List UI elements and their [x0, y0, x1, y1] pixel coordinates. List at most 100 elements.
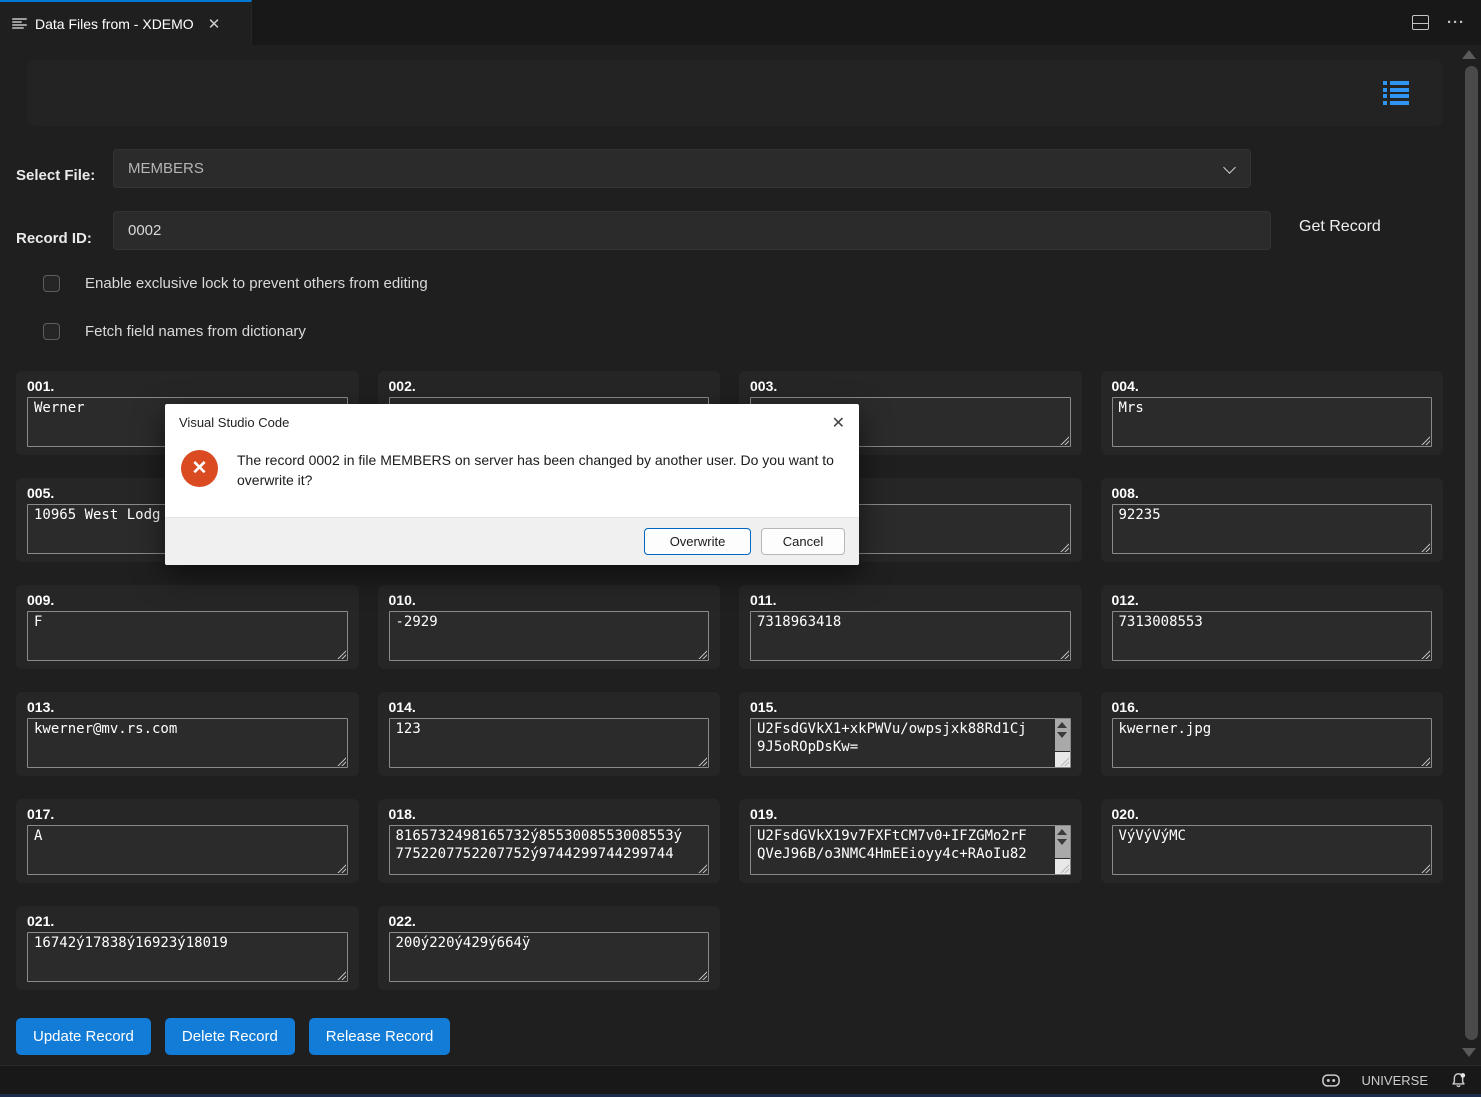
field-label: 008. [1111, 485, 1139, 501]
copilot-icon [1321, 1073, 1340, 1087]
field-card-020: 020. VýVýVýMC [1100, 799, 1443, 883]
scroll-up-icon[interactable] [1057, 722, 1067, 728]
field-label: 002. [388, 378, 416, 394]
field-022-textarea[interactable]: 200ý220ý429ý664ÿ [388, 932, 709, 982]
field-card-012: 012. 7313008553 [1100, 585, 1443, 669]
field-card-022: 022. 200ý220ý429ý664ÿ [377, 906, 720, 990]
server-name: UNIVERSE [1361, 1072, 1428, 1088]
field-label: 020. [1111, 806, 1139, 822]
bell-icon [1452, 1072, 1466, 1087]
textarea-scrollbar[interactable] [1054, 719, 1070, 751]
field-label: 017. [27, 806, 55, 822]
field-card-016: 016. kwerner.jpg [1100, 692, 1443, 776]
fetch-dictionary-option[interactable]: Fetch field names from dictionary [43, 323, 306, 340]
field-010-textarea[interactable]: -2929 [388, 611, 709, 661]
field-016-textarea[interactable]: kwerner.jpg [1111, 718, 1432, 768]
file-select-value: MEMBERS [128, 160, 204, 177]
vscode-modal-dialog: Visual Studio Code ✕ ✕ The record 0002 i… [165, 404, 859, 565]
field-011-textarea[interactable]: 7318963418 [750, 611, 1071, 661]
field-009-textarea[interactable]: F [27, 611, 348, 661]
field-label: 010. [388, 592, 416, 608]
status-bar: UNIVERSE [0, 1065, 1481, 1094]
field-card-010: 010. -2929 [377, 585, 720, 669]
dialog-close-icon[interactable]: ✕ [832, 413, 845, 433]
scroll-up-arrow[interactable] [1462, 50, 1476, 59]
file-select-dropdown[interactable]: MEMBERS [113, 149, 1251, 188]
scroll-down-arrow[interactable] [1462, 1048, 1476, 1057]
field-card-013: 013. kwerner@mv.rs.com [16, 692, 359, 776]
field-014-textarea[interactable]: 123 [388, 718, 709, 768]
fetch-dictionary-checkbox[interactable] [43, 323, 60, 340]
delete-record-button[interactable]: Delete Record [164, 1018, 295, 1055]
field-label: 014. [388, 699, 416, 715]
field-013-textarea[interactable]: kwerner@mv.rs.com [27, 718, 348, 768]
textarea-scrollbar[interactable] [1054, 826, 1070, 858]
field-020-textarea[interactable]: VýVýVýMC [1111, 825, 1432, 875]
field-card-018: 018. 8165732498165732ý8553008553008553ý 7… [377, 799, 720, 883]
field-label: 013. [27, 699, 55, 715]
field-017-textarea[interactable]: A [27, 825, 348, 875]
notifications-status-item[interactable] [1450, 1072, 1467, 1089]
field-019-textarea[interactable]: U2FsdGVkX19v7FXFtCM7v0+IFZGMo2rF QVeJ96B… [750, 825, 1071, 875]
tab-bar: Data Files from - XDEMO ✕ ··· [0, 0, 1481, 45]
field-012-textarea[interactable]: 7313008553 [1111, 611, 1432, 661]
resize-grip-box [1054, 859, 1070, 874]
record-actions: Update Record Delete Record Release Reco… [16, 1018, 451, 1055]
webview-list-icon [12, 17, 27, 30]
scrollbar-thumb[interactable] [1465, 66, 1478, 1040]
server-status-item[interactable]: UNIVERSE [1362, 1073, 1428, 1088]
field-label: 019. [750, 806, 778, 822]
field-card-015: 015. U2FsdGVkX1+xkPWVu/owpsjxk88Rd1Cj 9J5… [739, 692, 1082, 776]
field-label: 004. [1111, 378, 1139, 394]
tab-data-files[interactable]: Data Files from - XDEMO ✕ [0, 0, 252, 45]
release-record-button[interactable]: Release Record [308, 1018, 451, 1055]
field-004-textarea[interactable]: Mrs [1111, 397, 1432, 447]
field-list-view-button[interactable] [1377, 74, 1415, 112]
field-card-017: 017. A [16, 799, 359, 883]
exclusive-lock-label: Enable exclusive lock to prevent others … [85, 275, 428, 292]
field-label: 009. [27, 592, 55, 608]
field-label: 012. [1111, 592, 1139, 608]
field-card-009: 009. F [16, 585, 359, 669]
scroll-up-icon[interactable] [1057, 829, 1067, 835]
select-file-label: Select File: [16, 167, 96, 184]
get-record-button[interactable]: Get Record [1299, 218, 1381, 236]
more-actions-icon[interactable]: ··· [1447, 14, 1465, 31]
cancel-button[interactable]: Cancel [761, 528, 845, 555]
field-card-011: 011. 7318963418 [739, 585, 1082, 669]
exclusive-lock-checkbox[interactable] [43, 275, 60, 292]
field-card-021: 021. 16742ý17838ý16923ý18019 [16, 906, 359, 990]
scroll-down-icon[interactable] [1057, 839, 1067, 845]
field-label: 003. [750, 378, 778, 394]
field-label: 018. [388, 806, 416, 822]
resize-grip-box [1054, 752, 1070, 767]
field-015-textarea[interactable]: U2FsdGVkX1+xkPWVu/owpsjxk88Rd1Cj 9J5oROp… [750, 718, 1071, 768]
record-id-label: Record ID: [16, 230, 92, 247]
copilot-status-item[interactable] [1321, 1073, 1340, 1088]
exclusive-lock-option[interactable]: Enable exclusive lock to prevent others … [43, 275, 428, 292]
list-view-icon [1383, 81, 1409, 105]
field-label: 016. [1111, 699, 1139, 715]
field-label: 015. [750, 699, 778, 715]
overwrite-button[interactable]: Overwrite [644, 528, 751, 555]
field-018-textarea[interactable]: 8165732498165732ý8553008553008553ý 77522… [388, 825, 709, 875]
field-label: 011. [750, 592, 777, 608]
field-label: 021. [27, 913, 55, 929]
error-icon: ✕ [181, 450, 218, 487]
field-008-textarea[interactable]: 92235 [1111, 504, 1432, 554]
record-id-input[interactable] [113, 211, 1271, 250]
tab-title: Data Files from - XDEMO [35, 15, 194, 32]
scroll-down-icon[interactable] [1057, 732, 1067, 738]
field-card-019: 019. U2FsdGVkX19v7FXFtCM7v0+IFZGMo2rF QVe… [739, 799, 1082, 883]
dialog-message: The record 0002 in file MEMBERS on serve… [237, 452, 834, 488]
field-card-014: 014. 123 [377, 692, 720, 776]
tab-close-icon[interactable]: ✕ [208, 15, 221, 33]
split-editor-icon[interactable] [1412, 15, 1429, 30]
field-label: 001. [27, 378, 55, 394]
chevron-down-icon [1223, 161, 1236, 174]
field-021-textarea[interactable]: 16742ý17838ý16923ý18019 [27, 932, 348, 982]
field-label: 022. [388, 913, 416, 929]
dialog-title: Visual Studio Code [179, 415, 290, 430]
fetch-dictionary-label: Fetch field names from dictionary [85, 323, 306, 340]
update-record-button[interactable]: Update Record [16, 1018, 151, 1055]
